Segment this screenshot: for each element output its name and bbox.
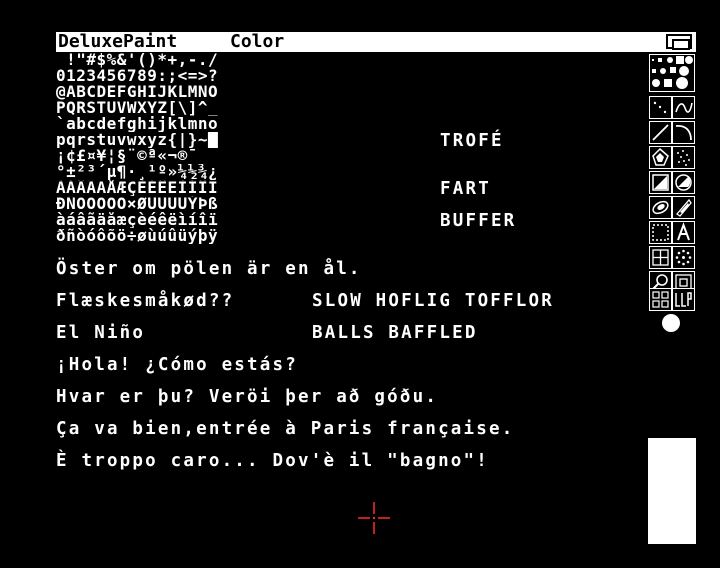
charset-row: àáâãäåæçèéêëìíîï xyxy=(56,212,219,228)
color-palette[interactable] xyxy=(648,438,696,544)
charset-row: 0123456789:;<=>? xyxy=(56,68,219,84)
filled-oval-icon[interactable] xyxy=(649,196,672,219)
charset-row: ÐÑÒÓÔÕÖ×ØÙÚÛÜÝÞß xyxy=(56,196,219,212)
charset-row: ¡¢£¤¥¦§¨©ª«¬­®¯ xyxy=(56,148,198,164)
undo-icon[interactable] xyxy=(649,288,672,311)
canvas-text-trofe: TROFÉ xyxy=(440,131,504,151)
dotted-freehand-icon[interactable] xyxy=(649,96,672,119)
canvas-text-line3-left: El Niño xyxy=(56,323,146,343)
canvas-text-line3-right: BALLS BAFFLED xyxy=(312,323,478,343)
filled-circle-icon[interactable] xyxy=(672,171,695,194)
canvas-text-buffer: BUFFER xyxy=(440,211,517,231)
canvas-text-line2-left: Flæskesmåkød?? xyxy=(56,291,235,311)
front-back-gadget-icon[interactable] xyxy=(666,34,692,50)
charset-row: °±²³´µ¶·¸¹º»¼½¾¿ xyxy=(56,164,219,180)
curve-icon[interactable] xyxy=(672,121,695,144)
toolbox xyxy=(648,52,696,311)
character-set: !"#$%&'()*+,-./ 0123456789:;<=>? @ABCDEF… xyxy=(56,52,326,244)
charset-row: ÀÁÂÃÄÅÆÇÈÉÊËÌÍÎÏ xyxy=(56,180,219,196)
canvas-text-line2-right: SLOW HOFLIG TOFFLOR xyxy=(312,291,554,311)
crosshair-cursor-icon xyxy=(358,502,390,534)
canvas-text-line5: Hvar er þu? Veröi þer að góðu. xyxy=(56,387,439,407)
canvas-text-fart: FART xyxy=(440,179,491,199)
filled-rectangle-icon[interactable] xyxy=(649,171,672,194)
menu-bar[interactable]: DeluxePaint Color xyxy=(56,32,696,52)
filled-freehand-icon[interactable] xyxy=(649,146,672,169)
canvas-text-line1: Öster om pölen är en ål. xyxy=(56,259,362,279)
canvas-text-line7: È troppo caro... Dov'è il "bagno"! xyxy=(56,451,490,471)
brush-pick-icon[interactable] xyxy=(649,221,672,244)
charset-row: PQRSTUVWXYZ[\]^_ xyxy=(56,100,219,116)
clear-icon[interactable] xyxy=(672,288,695,311)
menu-color[interactable]: Color xyxy=(230,32,284,52)
line-icon[interactable] xyxy=(649,121,672,144)
canvas-text-line6: Ça va bien,entrée à Paris française. xyxy=(56,419,515,439)
brush-selector-icon[interactable] xyxy=(649,54,695,92)
current-color-indicator[interactable] xyxy=(662,314,680,332)
charset-row: !"#$%&'()*+,-./ xyxy=(56,52,219,68)
canvas-text-line4: ¡Hola! ¿Cómo estás? xyxy=(56,355,298,375)
charset-row: @ABCDEFGHIJKLMNO xyxy=(56,84,219,100)
charset-row: pqrstuvwxyz{|}~█ xyxy=(56,132,219,148)
airbrush-icon[interactable] xyxy=(672,146,695,169)
charset-row: `abcdefghijklmno xyxy=(56,116,219,132)
symmetry-icon[interactable] xyxy=(672,246,695,269)
text-icon[interactable] xyxy=(672,221,695,244)
grid-icon[interactable] xyxy=(649,246,672,269)
brush-icon[interactable] xyxy=(672,96,695,119)
app-title[interactable]: DeluxePaint xyxy=(58,32,177,52)
filled-polygon-icon[interactable] xyxy=(672,196,695,219)
charset-row: ðñòóôõö÷øùúûüýþÿ xyxy=(56,228,219,244)
